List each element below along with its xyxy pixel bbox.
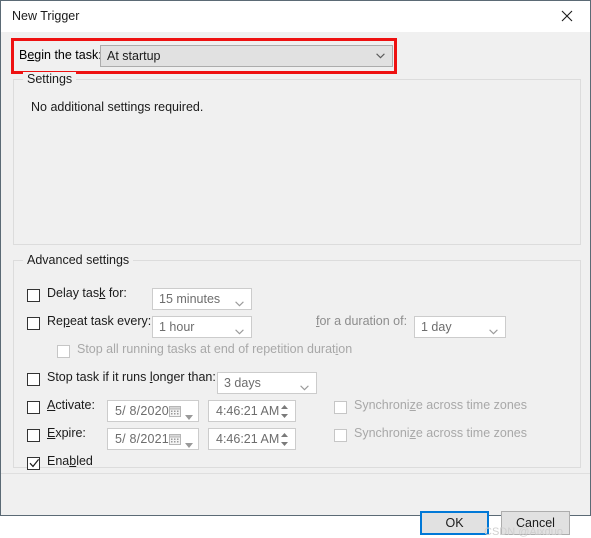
close-button[interactable] bbox=[544, 1, 590, 31]
spinner-down-icon[interactable] bbox=[276, 411, 293, 420]
expire-date-field[interactable]: 5/ 8/2021 bbox=[107, 428, 199, 450]
repeat-task-combobox[interactable]: 1 hour bbox=[152, 316, 252, 338]
duration-label: for a duration of: bbox=[316, 314, 408, 328]
checkmark-icon bbox=[29, 459, 40, 468]
duration-value: 1 day bbox=[421, 320, 452, 334]
activate-sync-label: Synchronize across time zones bbox=[354, 398, 528, 412]
spinner-down-icon[interactable] bbox=[276, 439, 293, 448]
chevron-down-icon bbox=[235, 324, 244, 335]
settings-group-title: Settings bbox=[23, 72, 77, 86]
chevron-down-icon bbox=[235, 296, 244, 307]
new-trigger-dialog: New Trigger Begin the task: At startup S… bbox=[0, 0, 591, 538]
stop-task-longer-label: Stop task if it runs longer than: bbox=[47, 370, 216, 384]
expire-time-spinner[interactable] bbox=[276, 430, 293, 448]
window-title: New Trigger bbox=[12, 9, 80, 23]
expire-time-field[interactable]: 4:46:21 AM bbox=[208, 428, 296, 450]
expire-time-value: 4:46:21 AM bbox=[216, 432, 280, 446]
advanced-settings-group-title: Advanced settings bbox=[23, 253, 134, 267]
chevron-down-icon bbox=[489, 324, 498, 335]
begin-task-combobox[interactable]: At startup bbox=[100, 45, 393, 67]
begin-task-label: Begin the task: bbox=[19, 48, 102, 62]
enabled-checkbox[interactable] bbox=[27, 457, 40, 470]
repeat-task-checkbox[interactable] bbox=[27, 317, 40, 330]
activate-label: Activate: bbox=[47, 398, 95, 412]
expire-date-value: 5/ 8/2021 bbox=[115, 432, 169, 446]
begin-task-value: At startup bbox=[107, 49, 161, 63]
delay-task-checkbox[interactable] bbox=[27, 289, 40, 302]
expire-label: Expire: bbox=[47, 426, 86, 440]
cancel-button[interactable]: Cancel bbox=[501, 511, 570, 535]
chevron-down-icon bbox=[185, 409, 193, 420]
repeat-task-value: 1 hour bbox=[159, 320, 195, 334]
settings-group: Settings No additional settings required… bbox=[13, 72, 581, 245]
activate-time-spinner[interactable] bbox=[276, 402, 293, 420]
activate-sync-checkbox[interactable] bbox=[334, 401, 347, 414]
delay-task-value: 15 minutes bbox=[159, 292, 221, 306]
enabled-label: Enabled bbox=[47, 454, 93, 468]
repeat-task-label: Repeat task every: bbox=[47, 314, 152, 328]
stop-running-tasks-label: Stop all running tasks at end of repetit… bbox=[77, 342, 353, 356]
title-bar: New Trigger bbox=[1, 1, 590, 32]
expire-checkbox[interactable] bbox=[27, 429, 40, 442]
ok-button[interactable]: OK bbox=[420, 511, 489, 535]
calendar-icon bbox=[169, 433, 181, 445]
advanced-settings-group: Advanced settings Delay task for: 15 min… bbox=[13, 253, 581, 470]
settings-message: No additional settings required. bbox=[31, 100, 204, 114]
footer-divider bbox=[1, 473, 590, 474]
chevron-down-icon bbox=[300, 380, 309, 391]
activate-checkbox[interactable] bbox=[27, 401, 40, 414]
close-icon bbox=[561, 10, 573, 22]
expire-sync-label: Synchronize across time zones bbox=[354, 426, 528, 440]
chevron-down-icon bbox=[185, 437, 193, 448]
activate-date-value: 5/ 8/2020 bbox=[115, 404, 169, 418]
calendar-icon bbox=[169, 405, 181, 417]
stop-task-longer-value: 3 days bbox=[224, 376, 261, 390]
chevron-down-icon bbox=[376, 53, 385, 59]
activate-time-field[interactable]: 4:46:21 AM bbox=[208, 400, 296, 422]
stop-task-longer-combobox[interactable]: 3 days bbox=[217, 372, 317, 394]
dialog-body: Begin the task: At startup Settings No a… bbox=[1, 32, 590, 538]
activate-date-field[interactable]: 5/ 8/2020 bbox=[107, 400, 199, 422]
expire-sync-checkbox[interactable] bbox=[334, 429, 347, 442]
activate-time-value: 4:46:21 AM bbox=[216, 404, 280, 418]
stop-running-tasks-checkbox[interactable] bbox=[57, 345, 70, 358]
spinner-up-icon[interactable] bbox=[276, 402, 293, 411]
delay-task-label: Delay task for: bbox=[47, 286, 127, 300]
spinner-up-icon[interactable] bbox=[276, 430, 293, 439]
duration-combobox[interactable]: 1 day bbox=[414, 316, 506, 338]
delay-task-combobox[interactable]: 15 minutes bbox=[152, 288, 252, 310]
stop-task-longer-checkbox[interactable] bbox=[27, 373, 40, 386]
